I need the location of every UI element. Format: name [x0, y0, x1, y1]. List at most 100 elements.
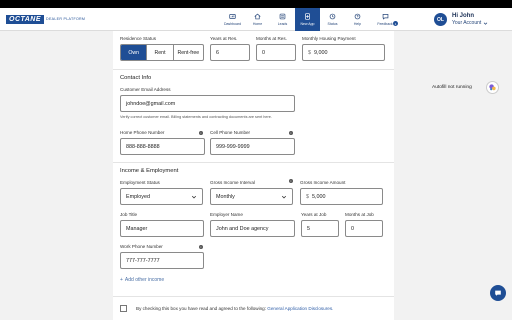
general-application-disclosures-link[interactable]: General Application Disclosures.	[267, 306, 333, 311]
months-at-res-input[interactable]: 0	[256, 44, 296, 61]
years-at-res-label: Years at Res.	[210, 36, 238, 41]
cell-phone-label: Cell Phone Number	[210, 130, 251, 135]
chat-support-button[interactable]	[490, 285, 506, 301]
chevron-down-icon	[281, 195, 287, 199]
dollar-prefix: $	[308, 49, 311, 56]
customer-email-input[interactable]: johndoe@gmail.com	[120, 95, 295, 112]
help-icon	[354, 13, 361, 20]
employment-status-select[interactable]: Employed	[120, 188, 203, 205]
user-greeting: Hi John	[452, 13, 474, 19]
section-divider	[113, 162, 394, 163]
section-divider	[113, 69, 394, 70]
months-at-job-label: Months at Job	[345, 212, 374, 217]
nav-dashboard[interactable]: Dashboard	[220, 8, 245, 31]
monthly-housing-payment-value: 9,000	[314, 49, 328, 56]
dashboard-icon	[229, 14, 236, 19]
months-at-res-value: 0	[262, 49, 265, 56]
disclosure-statement: By checking this box you have read and a…	[136, 306, 266, 311]
your-account-label: Your Account	[452, 20, 482, 26]
gross-income-interval-select[interactable]: Monthly	[210, 188, 293, 205]
residence-rent-option[interactable]: Rent	[147, 45, 174, 60]
feedback-icon	[382, 14, 388, 20]
chevron-down-icon	[191, 195, 197, 199]
main-nav: Dashboard Home Leads New App Status Help	[220, 8, 400, 31]
employer-name-label: Employer Name	[210, 212, 243, 217]
job-title-value: Manager	[126, 225, 148, 232]
chat-icon	[495, 290, 501, 296]
years-at-res-input[interactable]: 6	[210, 44, 250, 61]
customer-email-value: johndoe@gmail.com	[126, 100, 176, 107]
work-phone-value: 777-777-7777	[126, 257, 160, 264]
residence-rent-free-option[interactable]: Rent-free	[174, 45, 203, 60]
customer-email-hint: Verify correct customer email. Billing s…	[120, 115, 272, 119]
top-navigation-bar: OCTANE DEALER PLATFORM Dashboard Home Le…	[0, 8, 512, 31]
add-other-income-link[interactable]: + Add other income	[120, 277, 164, 283]
extension-icon[interactable]	[486, 81, 499, 94]
contact-info-heading: Contact Info	[120, 75, 152, 81]
residence-own-option[interactable]: Own	[121, 45, 148, 60]
gross-income-interval-label: Gross Income Interval	[210, 180, 255, 185]
work-phone-info-icon[interactable]: i	[199, 245, 203, 249]
gross-income-interval-info-icon[interactable]: i	[289, 179, 293, 183]
nav-status-label: Status	[327, 22, 338, 26]
employer-name-value: John and Doe agency	[216, 225, 269, 232]
monthly-housing-payment-label: Monthly Housing Payment	[302, 36, 356, 41]
nav-new-app[interactable]: New App	[295, 8, 320, 31]
gross-income-amount-input[interactable]: $ 5,000	[300, 188, 383, 205]
dollar-prefix: $	[306, 193, 309, 200]
nav-feedback-label: Feedback	[377, 22, 393, 26]
nav-help[interactable]: Help	[345, 8, 370, 31]
job-title-input[interactable]: Manager	[120, 220, 204, 237]
section-divider	[113, 296, 394, 297]
nav-leads[interactable]: Leads	[270, 8, 295, 31]
months-at-job-input[interactable]: 0	[345, 220, 383, 237]
nav-home[interactable]: Home	[245, 8, 270, 31]
employer-name-input[interactable]: John and Doe agency	[210, 220, 295, 237]
disclosure-checkbox[interactable]	[120, 305, 127, 312]
job-title-label: Job Title	[120, 212, 138, 217]
employment-status-value: Employed	[126, 193, 150, 200]
nav-feedback[interactable]: Feedback 1	[370, 8, 400, 31]
leads-icon	[279, 13, 286, 20]
gross-income-interval-value: Monthly	[216, 193, 235, 200]
octane-logo[interactable]: OCTANE DEALER PLATFORM	[6, 14, 85, 24]
your-account-dropdown[interactable]: Your Account	[452, 20, 488, 26]
nav-leads-label: Leads	[277, 22, 288, 26]
add-other-income-label: Add other income	[124, 277, 165, 283]
years-at-job-value: 5	[307, 225, 310, 232]
nav-new-app-label: New App	[300, 22, 315, 26]
extension-logo-icon	[489, 84, 496, 91]
cell-phone-info-icon[interactable]: i	[289, 131, 293, 135]
gross-income-amount-label: Gross Income Amount	[300, 180, 346, 185]
customer-email-label: Customer Email Address	[120, 87, 171, 92]
application-form-card: Residence Status Own Rent Rent-free Year…	[113, 31, 394, 320]
employment-status-label: Employment Status	[120, 180, 160, 185]
nav-home-label: Home	[252, 22, 263, 26]
work-phone-input[interactable]: 777-777-7777	[120, 252, 204, 269]
home-icon	[254, 13, 261, 20]
years-at-job-input[interactable]: 5	[301, 220, 339, 237]
app-screen: OCTANE DEALER PLATFORM Dashboard Home Le…	[0, 8, 512, 320]
years-at-job-label: Years at Job	[301, 212, 327, 217]
home-phone-info-icon[interactable]: i	[199, 131, 203, 135]
gross-income-amount-value: 5,000	[312, 193, 326, 200]
autofill-status-text: Autofill not running	[432, 85, 472, 90]
feedback-count-badge: 1	[393, 21, 398, 26]
new-app-icon	[305, 13, 310, 20]
disclosure-text: By checking this box you have read and a…	[136, 306, 333, 311]
cell-phone-value: 999-999-9999	[216, 143, 250, 150]
home-phone-value: 888-888-8888	[126, 143, 160, 150]
work-phone-label: Work Phone Number	[120, 244, 163, 249]
years-at-res-value: 6	[216, 49, 219, 56]
cell-phone-input[interactable]: 999-999-9999	[210, 138, 295, 155]
user-avatar[interactable]: OL	[434, 13, 447, 26]
months-at-job-value: 0	[351, 225, 354, 232]
chevron-down-icon	[484, 21, 488, 25]
account-menu[interactable]: Hi John Your Account	[452, 13, 488, 26]
income-employment-heading: Income & Employment	[120, 168, 179, 174]
nav-help-label: Help	[353, 22, 362, 26]
home-phone-input[interactable]: 888-888-8888	[120, 138, 205, 155]
monthly-housing-payment-input[interactable]: $ 9,000	[302, 44, 385, 61]
nav-status[interactable]: Status	[320, 8, 345, 31]
status-icon	[329, 13, 336, 20]
